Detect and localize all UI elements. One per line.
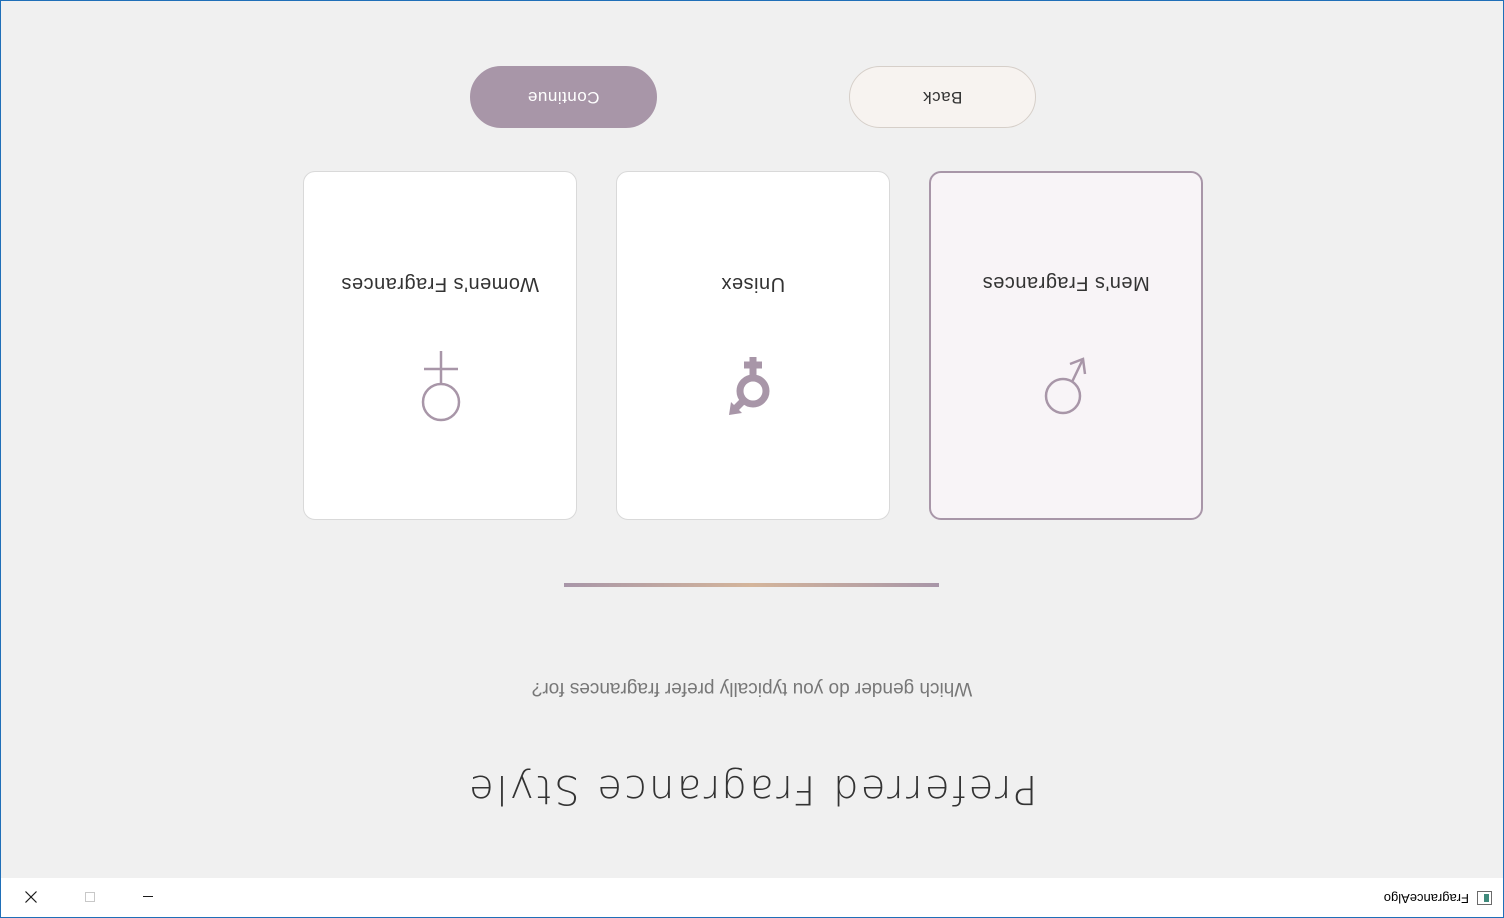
transgender-symbol-icon [617,343,889,423]
app-window: FragranceAlgo Preferred Fragrance Style … [1,1,1503,917]
app-icon [1477,891,1492,905]
option-label: Unisex [720,273,786,295]
back-button[interactable]: Back [849,66,1036,128]
option-card-men[interactable]: Men's Fragrances [929,171,1203,520]
title-bar[interactable]: FragranceAlgo [1,878,1503,917]
minimize-button[interactable] [119,878,177,917]
option-label: Men's Fragrances [982,272,1150,294]
divider [564,583,939,587]
rotated-screen: FragranceAlgo Preferred Fragrance Style … [0,0,1504,918]
female-symbol-icon [304,343,576,423]
maximize-icon [85,892,95,902]
close-icon [25,891,37,903]
option-card-women[interactable]: Women's Fragrances [303,171,577,520]
option-card-unisex[interactable]: Unisex [616,171,890,520]
maximize-button[interactable] [61,878,119,917]
page-subtitle: Which gender do you typically prefer fra… [531,678,973,699]
male-symbol-icon [931,342,1201,422]
continue-button[interactable]: Continue [470,66,657,128]
window-title: FragranceAlgo [1383,891,1469,906]
close-button[interactable] [2,878,60,917]
page-title: Preferred Fragrance Style [466,766,1038,812]
minimize-icon [143,896,153,897]
option-label: Women's Fragrances [340,273,540,295]
